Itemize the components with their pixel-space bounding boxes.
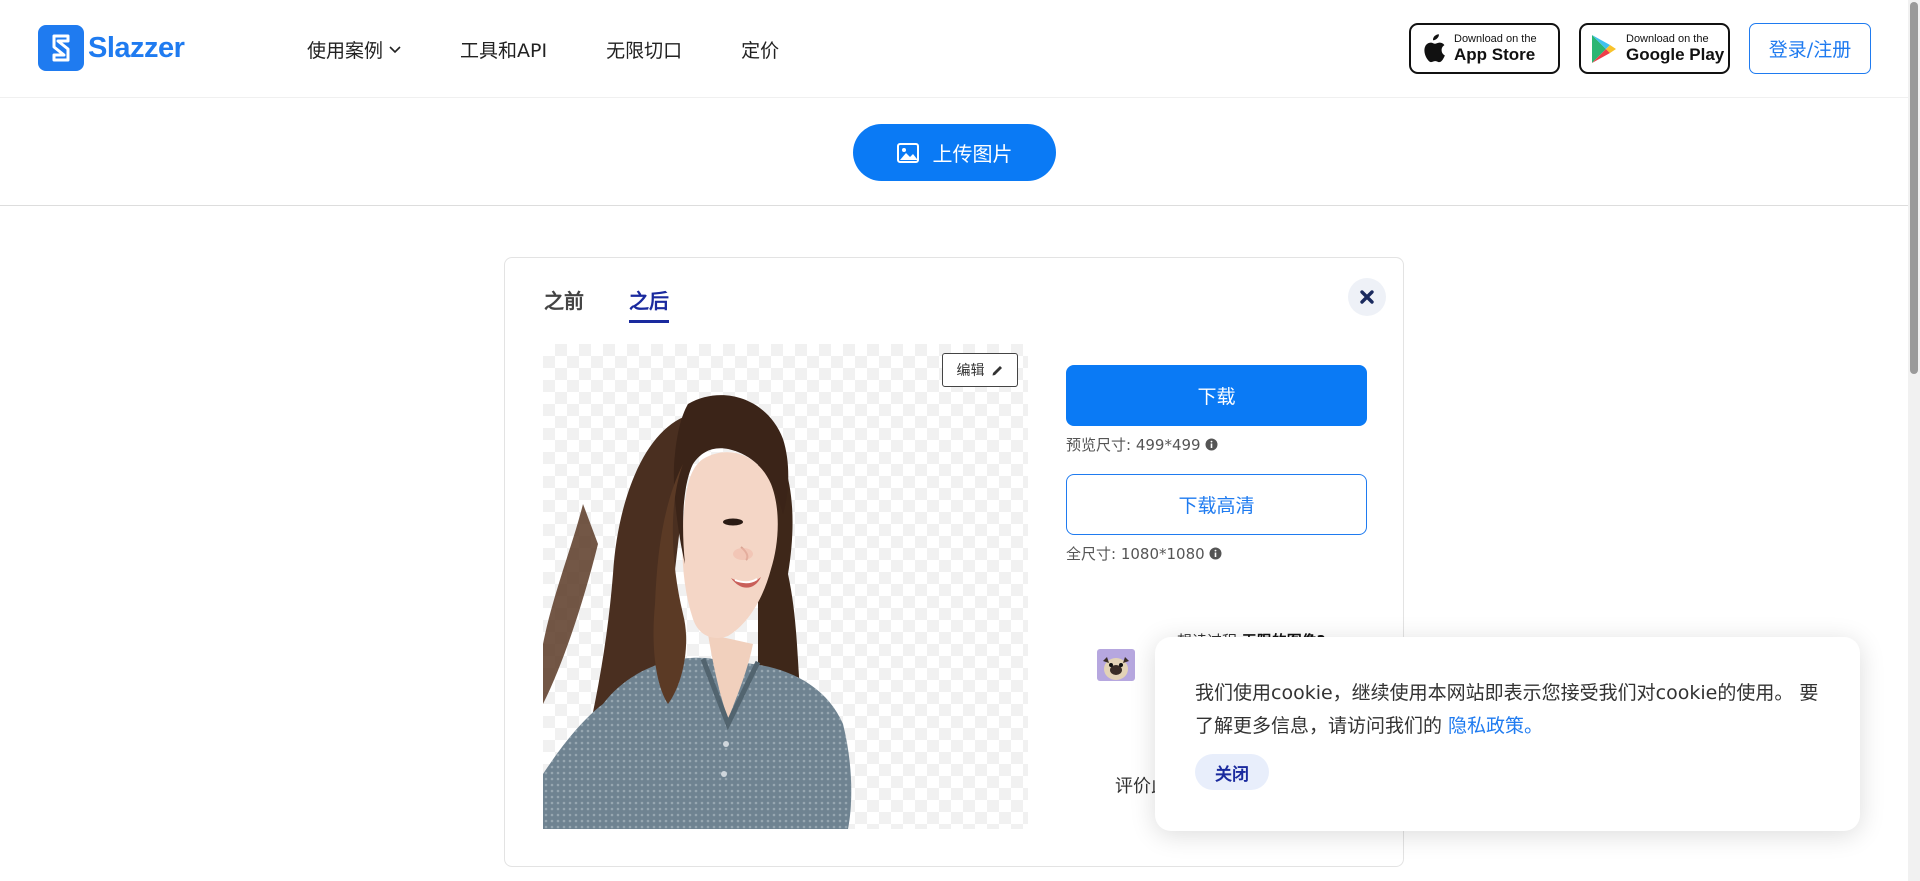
scrollbar-thumb[interactable] <box>1910 2 1918 374</box>
login-register-button[interactable]: 登录/注册 <box>1749 23 1871 74</box>
full-size-note: 全尺寸: 1080*1080 <box>1066 543 1222 564</box>
close-result-button[interactable] <box>1348 278 1386 316</box>
nav-item-label: 使用案例 <box>307 40 384 62</box>
app-store-button[interactable]: Download on the App Store <box>1409 23 1560 74</box>
pug-avatar <box>1097 649 1135 681</box>
upload-label: 上传图片 <box>932 142 1013 166</box>
cookie-banner: 我们使用cookie，继续使用本网站即表示您接受我们对cookie的使用。 要了… <box>1155 637 1860 831</box>
preview-size-text: 预览尺寸: 499*499 <box>1066 436 1201 454</box>
nav-item-label: 工具和API <box>460 40 548 62</box>
brand-name: Slazzer <box>88 31 185 64</box>
page-scrollbar[interactable] <box>1908 0 1920 881</box>
nav-item-unlimited[interactable]: 无限切口 <box>606 36 682 63</box>
store-big-text: Google Play <box>1626 45 1725 64</box>
full-size-text: 全尺寸: 1080*1080 <box>1066 545 1205 563</box>
slazzer-logo-icon <box>38 25 84 71</box>
chevron-down-icon <box>389 45 401 53</box>
preview-size-note: 预览尺寸: 499*499 <box>1066 434 1218 455</box>
edit-button[interactable]: 编辑 <box>942 353 1018 387</box>
woman-cutout-image <box>543 395 852 829</box>
apple-icon <box>1424 33 1445 62</box>
nav-item-use-cases[interactable]: 使用案例 <box>307 36 401 63</box>
cookie-message: 我们使用cookie，继续使用本网站即表示您接受我们对cookie的使用。 要了… <box>1195 677 1820 743</box>
download-button[interactable]: 下载 <box>1066 365 1367 426</box>
pencil-icon <box>992 365 1002 375</box>
cookie-close-button[interactable]: 关闭 <box>1195 754 1269 790</box>
info-icon[interactable] <box>1209 547 1222 560</box>
upload-bar: 上传图片 <box>0 99 1908 206</box>
tab-after[interactable]: 之后 <box>629 285 669 323</box>
store-big-text: App Store <box>1454 45 1536 64</box>
edit-label: 编辑 <box>956 363 985 379</box>
tab-before[interactable]: 之前 <box>544 285 584 314</box>
nav-item-pricing[interactable]: 定价 <box>741 36 779 63</box>
close-icon <box>1360 290 1374 304</box>
google-play-button[interactable]: Download on the Google Play <box>1579 23 1730 74</box>
nav-item-tools-api[interactable]: 工具和API <box>460 36 547 63</box>
store-small-text: Download on the <box>1626 33 1709 45</box>
main-nav: 使用案例 工具和API 无限切口 定价 <box>307 36 838 63</box>
image-icon <box>896 142 919 163</box>
site-header: Slazzer 使用案例 工具和API 无限切口 定价 Download on … <box>0 0 1908 98</box>
nav-item-label: 定价 <box>741 40 780 62</box>
download-hd-button[interactable]: 下载高清 <box>1066 474 1367 535</box>
result-preview-image <box>543 344 1028 829</box>
logo[interactable]: Slazzer <box>38 25 185 71</box>
store-small-text: Download on the <box>1454 33 1537 45</box>
page: Slazzer 使用案例 工具和API 无限切口 定价 Download on … <box>0 0 1920 881</box>
info-icon[interactable] <box>1205 438 1218 451</box>
nav-item-label: 无限切口 <box>606 40 683 62</box>
upload-image-button[interactable]: 上传图片 <box>853 124 1056 181</box>
privacy-policy-link[interactable]: 隐私政策。 <box>1448 715 1543 737</box>
google-play-icon <box>1592 34 1616 63</box>
